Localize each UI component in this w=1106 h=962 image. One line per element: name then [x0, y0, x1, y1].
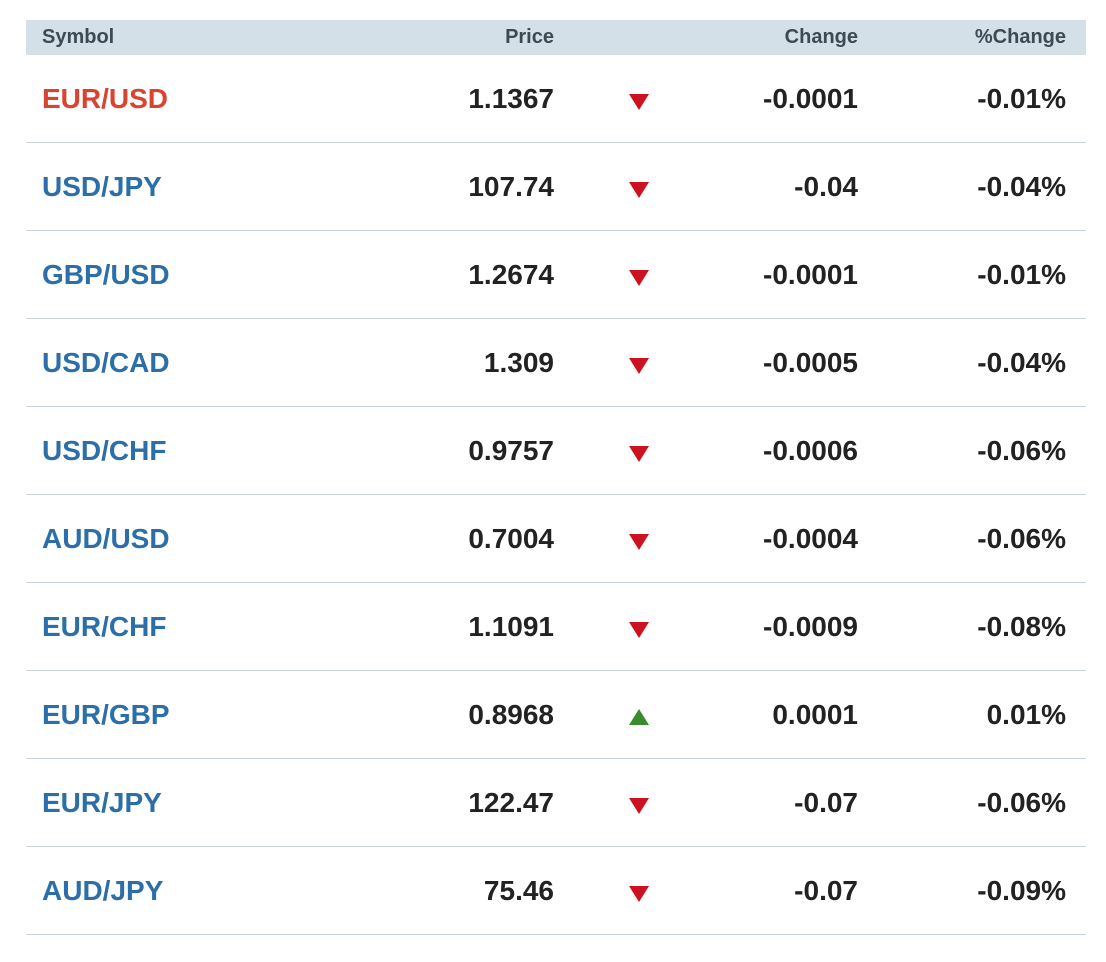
change-cell: -0.0005: [763, 346, 858, 378]
symbol-link[interactable]: EUR/USD: [42, 83, 168, 114]
price-cell: 1.309: [483, 346, 554, 378]
price-cell: 75.46: [483, 874, 554, 906]
column-header-price[interactable]: Price: [426, 26, 554, 49]
down-arrow-icon: [629, 621, 649, 638]
symbol-link[interactable]: USD/CAD: [42, 347, 170, 378]
symbol-link[interactable]: USD/JPY: [42, 171, 162, 202]
pct-change-cell: -0.01%: [977, 82, 1066, 114]
symbol-link[interactable]: EUR/JPY: [42, 787, 162, 818]
symbol-link[interactable]: AUD/JPY: [42, 875, 163, 906]
column-header-change[interactable]: Change: [724, 26, 858, 49]
column-header-pct-change[interactable]: %Change: [858, 26, 1066, 49]
change-cell: -0.07: [794, 786, 858, 818]
pct-change-cell: -0.06%: [977, 434, 1066, 466]
price-cell: 1.2674: [468, 258, 554, 290]
symbol-link[interactable]: EUR/CHF: [42, 611, 166, 642]
pct-change-cell: -0.06%: [977, 522, 1066, 554]
up-arrow-icon: [629, 708, 649, 725]
down-arrow-icon: [629, 269, 649, 286]
table-row: GBP/USD 1.2674 -0.0001 -0.01%: [26, 231, 1086, 319]
down-arrow-icon: [629, 357, 649, 374]
price-cell: 122.47: [468, 786, 554, 818]
change-cell: -0.0006: [763, 434, 858, 466]
table-row: USD/CHF 0.9757 -0.0006 -0.06%: [26, 407, 1086, 495]
symbol-link[interactable]: EUR/GBP: [42, 699, 170, 730]
table-row: EUR/JPY 122.47 -0.07 -0.06%: [26, 759, 1086, 847]
price-cell: 107.74: [468, 170, 554, 202]
change-cell: -0.0009: [763, 610, 858, 642]
pct-change-cell: -0.04%: [977, 170, 1066, 202]
currency-quotes-table: Symbol Price Change %Change EUR/USD 1.13…: [26, 20, 1086, 935]
down-arrow-icon: [629, 181, 649, 198]
price-cell: 1.1091: [468, 610, 554, 642]
symbol-link[interactable]: USD/CHF: [42, 435, 166, 466]
pct-change-cell: 0.01%: [986, 698, 1066, 730]
pct-change-cell: -0.01%: [977, 258, 1066, 290]
down-arrow-icon: [629, 797, 649, 814]
change-cell: -0.0001: [763, 258, 858, 290]
change-cell: -0.04: [794, 170, 858, 202]
down-arrow-icon: [629, 885, 649, 902]
table-row: EUR/GBP 0.8968 0.0001 0.01%: [26, 671, 1086, 759]
pct-change-cell: -0.09%: [977, 874, 1066, 906]
down-arrow-icon: [629, 533, 649, 550]
table-row: AUD/JPY 75.46 -0.07 -0.09%: [26, 847, 1086, 935]
price-cell: 0.8968: [468, 698, 554, 730]
table-row: EUR/USD 1.1367 -0.0001 -0.01%: [26, 55, 1086, 143]
table-row: USD/CAD 1.309 -0.0005 -0.04%: [26, 319, 1086, 407]
pct-change-cell: -0.08%: [977, 610, 1066, 642]
price-cell: 0.9757: [468, 434, 554, 466]
table-row: EUR/CHF 1.1091 -0.0009 -0.08%: [26, 583, 1086, 671]
down-arrow-icon: [629, 445, 649, 462]
change-cell: -0.0001: [763, 82, 858, 114]
pct-change-cell: -0.06%: [977, 786, 1066, 818]
price-cell: 0.7004: [468, 522, 554, 554]
change-cell: -0.0004: [763, 522, 858, 554]
down-arrow-icon: [629, 93, 649, 110]
symbol-link[interactable]: GBP/USD: [42, 259, 170, 290]
table-row: AUD/USD 0.7004 -0.0004 -0.06%: [26, 495, 1086, 583]
pct-change-cell: -0.04%: [977, 346, 1066, 378]
change-cell: -0.07: [794, 874, 858, 906]
change-cell: 0.0001: [772, 698, 858, 730]
column-header-symbol[interactable]: Symbol: [26, 26, 426, 49]
price-cell: 1.1367: [468, 82, 554, 114]
table-row: USD/JPY 107.74 -0.04 -0.04%: [26, 143, 1086, 231]
table-header: Symbol Price Change %Change: [26, 20, 1086, 55]
symbol-link[interactable]: AUD/USD: [42, 523, 170, 554]
